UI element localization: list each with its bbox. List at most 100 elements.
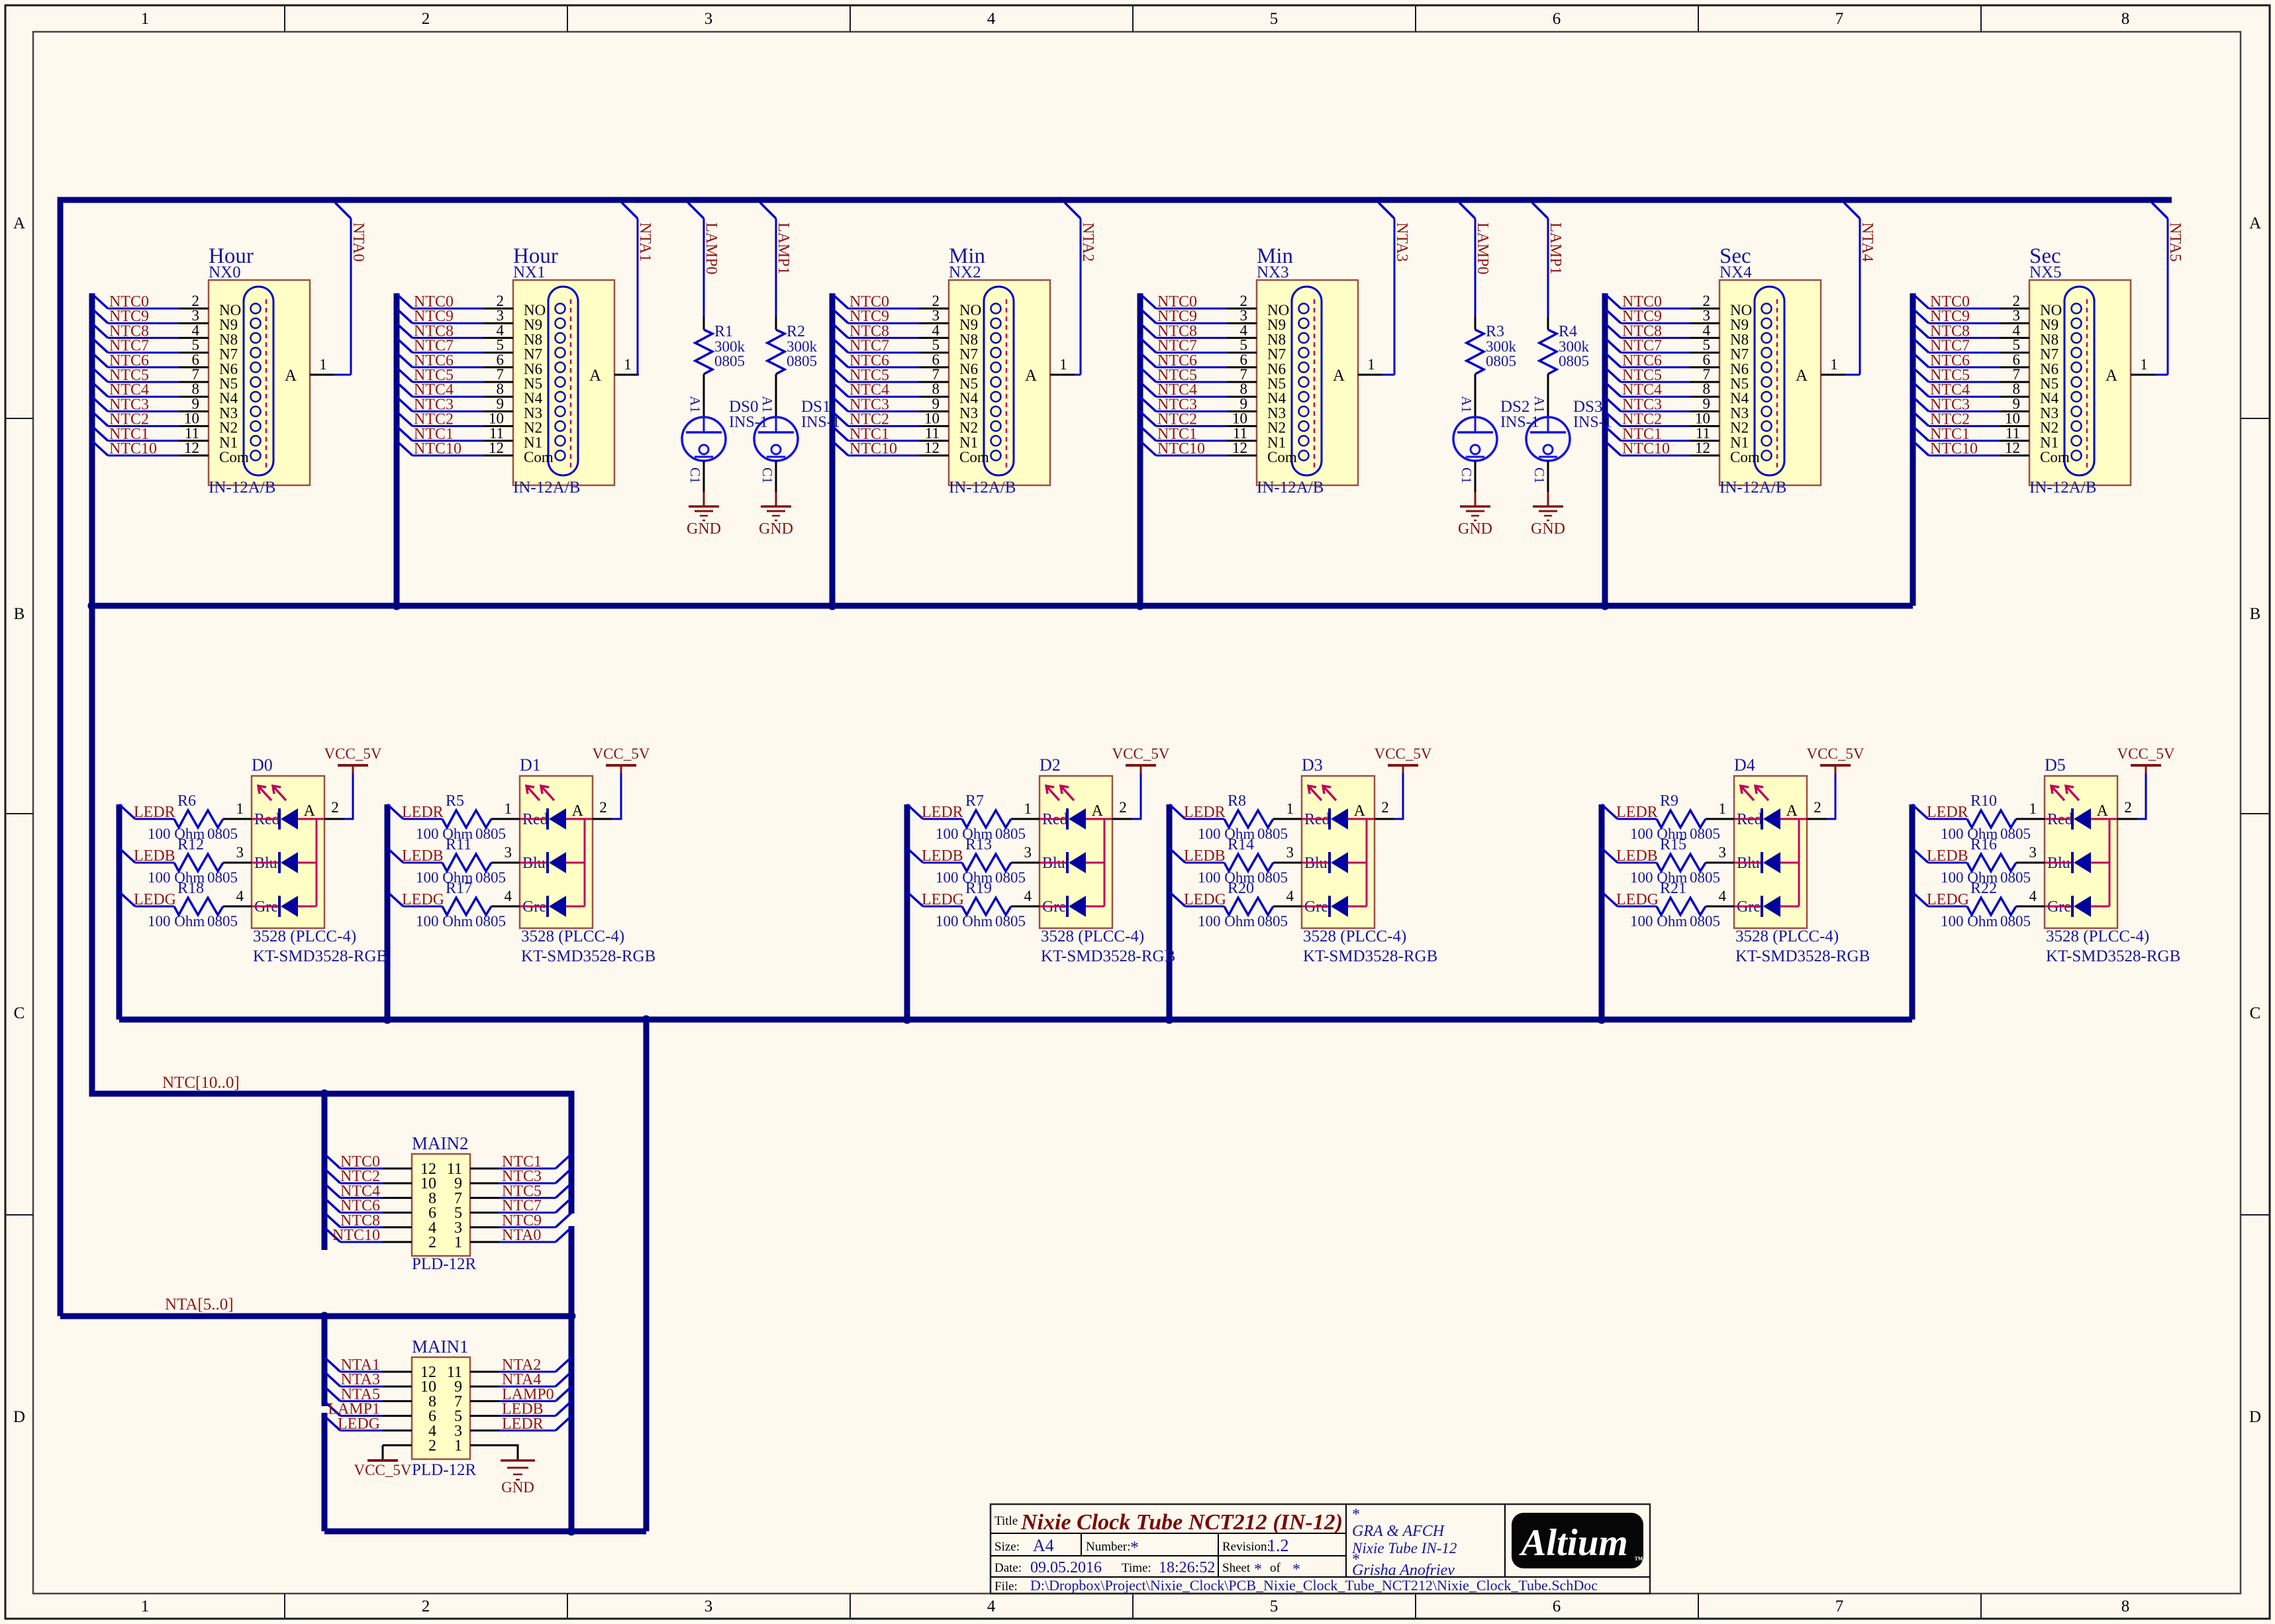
net-label-LAMP0[interactable]: LAMP0 [1474, 222, 1491, 275]
bus-label-ntc[interactable]: NTC[10..0] [162, 1074, 240, 1092]
bus-entry [2151, 201, 2169, 220]
bus-entry [334, 201, 352, 220]
junction-dot [902, 1015, 912, 1024]
net-label-LEDR[interactable]: LEDR [134, 804, 175, 821]
rgb-led-D0[interactable]: D0LEDRR6100 Ohm 08051RedLEDBR12100 Ohm 080… [118, 745, 387, 965]
connector-MAIN1[interactable]: MAIN112 11NTA1 NTA210 9NTA3 NTA48 7NTA5 LAMP06… [323, 1337, 573, 1496]
resistor-designator[interactable]: R8 [1228, 792, 1246, 810]
rgb-led-D3[interactable]: D3LEDRR8100 Ohm 08051RedLEDBR14100 Ohm 080… [1168, 745, 1437, 965]
net-label-LEDB[interactable]: LEDB [1184, 847, 1226, 865]
resistor-designator[interactable]: R5 [446, 792, 464, 810]
led-designator[interactable]: D3 [1302, 755, 1323, 775]
led-designator[interactable]: D1 [520, 755, 541, 775]
net-label-LEDR[interactable]: LEDR [1616, 804, 1658, 821]
resistor-designator[interactable]: R10 [1970, 792, 1997, 810]
net-label-LEDG[interactable]: LEDG [1927, 891, 1969, 908]
resistor-designator[interactable]: R6 [177, 792, 196, 810]
tube-NX0[interactable]: HourNX0NTC0 2NONTC9 3N9NTC8 4N8NTC7 5N7NTC6 6… [91, 201, 367, 497]
resistor-footprint: 0805 [207, 913, 238, 930]
pin-name-anode: A [1092, 802, 1104, 820]
lamp-designator[interactable]: DS1 [801, 398, 830, 416]
connector-designator[interactable]: MAIN1 [412, 1337, 469, 1357]
resistor-designator[interactable]: R20 [1228, 880, 1254, 897]
led-designator[interactable]: D4 [1734, 755, 1755, 775]
led-designator[interactable]: D0 [252, 755, 273, 775]
resistor-designator[interactable]: R18 [177, 880, 204, 897]
tube-NX3[interactable]: MinNX3NTC0 2NONTC9 3N9NTC8 4N8NTC7 5N7NTC6 6N… [1139, 201, 1410, 497]
net-label-LEDG[interactable]: LEDG [1616, 891, 1659, 908]
rgb-led-D4[interactable]: D4LEDRR9100 Ohm 08051RedLEDBR15100 Ohm 080… [1600, 745, 1870, 965]
lamp-designator[interactable]: DS3 [1573, 398, 1602, 416]
resistor-designator[interactable]: R19 [965, 880, 992, 897]
net-label-LEDG[interactable]: LEDG [402, 891, 444, 908]
resistor-designator[interactable]: R17 [446, 880, 472, 897]
net-label-LEDR[interactable]: LEDR [922, 804, 963, 821]
resistor-designator[interactable]: R13 [965, 836, 992, 853]
net-label-NTA0[interactable]: NTA0 [350, 222, 367, 262]
net-label-NTC10[interactable]: NTC10 [414, 440, 461, 457]
pin-number: 1 [454, 1234, 462, 1251]
net-label-LEDB[interactable]: LEDB [402, 847, 444, 865]
led-designator[interactable]: D5 [2045, 755, 2066, 775]
zone-label-col: 2 [422, 10, 430, 28]
net-label-LEDG[interactable]: LEDG [134, 891, 176, 908]
net-label-NTC10[interactable]: NTC10 [109, 440, 157, 457]
net-label-LAMP0[interactable]: LAMP0 [702, 222, 720, 275]
pin-number: 1 [2029, 800, 2037, 817]
resistor-designator[interactable]: R11 [446, 836, 471, 853]
zone-label-col: 8 [2121, 1598, 2130, 1615]
resistor-designator[interactable]: R7 [965, 792, 984, 810]
net-label-NTC10[interactable]: NTC10 [1622, 440, 1670, 457]
tube-NX4[interactable]: SecNX4NTC0 2NONTC9 3N9NTC8 4N8NTC7 5N7NTC6 6N… [1604, 201, 1876, 497]
connector-MAIN2[interactable]: MAIN212 11NTC0 NTC110 9NTC2 NTC38 7NTC4 NTC56 5… [323, 1133, 573, 1273]
net-label-LEDR[interactable]: LEDR [502, 1415, 544, 1433]
resistor-designator[interactable]: R9 [1660, 792, 1678, 810]
net-label-LAMP1[interactable]: LAMP1 [775, 222, 792, 275]
tube-NX1[interactable]: HourNX1NTC0 2NONTC9 3N9NTC8 4N8NTC7 5N7NTC6 6… [395, 201, 653, 497]
net-wire [2137, 773, 2147, 820]
net-label-LEDR[interactable]: LEDR [1184, 804, 1226, 821]
net-label-NTA1[interactable]: NTA1 [636, 222, 653, 262]
net-label-NTA2[interactable]: NTA2 [1079, 222, 1096, 262]
neon-lamp-DS3[interactable]: LAMP1R4300k0805A1 DS3INS-1C1GND [1525, 201, 1612, 538]
net-label-LEDG[interactable]: LEDG [922, 891, 964, 908]
resistor-designator[interactable]: R21 [1660, 880, 1686, 897]
net-label-LEDR[interactable]: LEDR [402, 804, 444, 821]
tube-NX2[interactable]: MinNX2NTC0 2NONTC9 3N9NTC8 4N8NTC7 5N7NTC6 6N… [831, 201, 1096, 497]
net-label-NTC10[interactable]: NTC10 [849, 440, 897, 457]
resistor-designator[interactable]: R14 [1228, 836, 1254, 853]
rgb-led-D2[interactable]: D2LEDRR7100 Ohm 08051RedLEDBR13100 Ohm 080… [906, 745, 1175, 965]
net-label-LAMP1[interactable]: LAMP1 [1547, 222, 1564, 275]
resistor-designator[interactable]: R15 [1660, 836, 1686, 853]
resistor-designator[interactable]: R22 [1970, 880, 1997, 897]
neon-lamp-DS1[interactable]: LAMP1R2300k0805A1 DS1INS-1C1GND [753, 201, 840, 538]
net-label-LEDB[interactable]: LEDB [1927, 847, 1968, 865]
resistor-designator[interactable]: R12 [177, 836, 204, 853]
pin-number: 3 [1024, 844, 1032, 861]
rgb-led-D1[interactable]: D1LEDRR5100 Ohm 08051RedLEDBR11100 Ohm 080… [386, 745, 655, 965]
net-label-NTC10[interactable]: NTC10 [1930, 440, 1978, 457]
led-designator[interactable]: D2 [1040, 755, 1061, 775]
net-label-NTA0[interactable]: NTA0 [502, 1227, 541, 1244]
neon-lamp-DS0[interactable]: LAMP0R1300k0805A1 DS0INS-1C1GND [681, 201, 768, 538]
net-label-NTC10[interactable]: NTC10 [1157, 440, 1205, 457]
bus-label-nta[interactable]: NTA[5..0] [165, 1296, 234, 1314]
connector-designator[interactable]: MAIN2 [412, 1133, 469, 1153]
net-label-LEDG[interactable]: LEDG [338, 1415, 380, 1433]
net-label-LEDB[interactable]: LEDB [134, 847, 175, 865]
net-label-NTC10[interactable]: NTC10 [332, 1227, 380, 1244]
lamp-designator[interactable]: DS0 [729, 398, 758, 416]
net-label-NTA5[interactable]: NTA5 [2166, 222, 2184, 262]
resistor-designator[interactable]: R16 [1970, 836, 1997, 853]
net-label-NTA4[interactable]: NTA4 [1859, 222, 1876, 262]
net-label-LEDR[interactable]: LEDR [1927, 804, 1968, 821]
net-label-LEDG[interactable]: LEDG [1184, 891, 1226, 908]
rgb-led-D5[interactable]: D5LEDRR10100 Ohm 08051RedLEDBR16100 Ohm 08… [1911, 745, 2180, 965]
tube-NX5[interactable]: SecNX5NTC0 2NONTC9 3N9NTC8 4N8NTC7 5N7NTC6 6N… [1912, 201, 2184, 497]
neon-lamp-DS2[interactable]: LAMP0R3300k0805A1 DS2INS-1C1GND [1452, 201, 1539, 538]
lamp-designator[interactable]: DS2 [1500, 398, 1529, 416]
net-label-LEDB[interactable]: LEDB [1616, 847, 1658, 865]
zone-label-col: 4 [987, 1598, 996, 1615]
net-label-LEDB[interactable]: LEDB [922, 847, 963, 865]
net-label-NTA3[interactable]: NTA3 [1393, 222, 1410, 262]
